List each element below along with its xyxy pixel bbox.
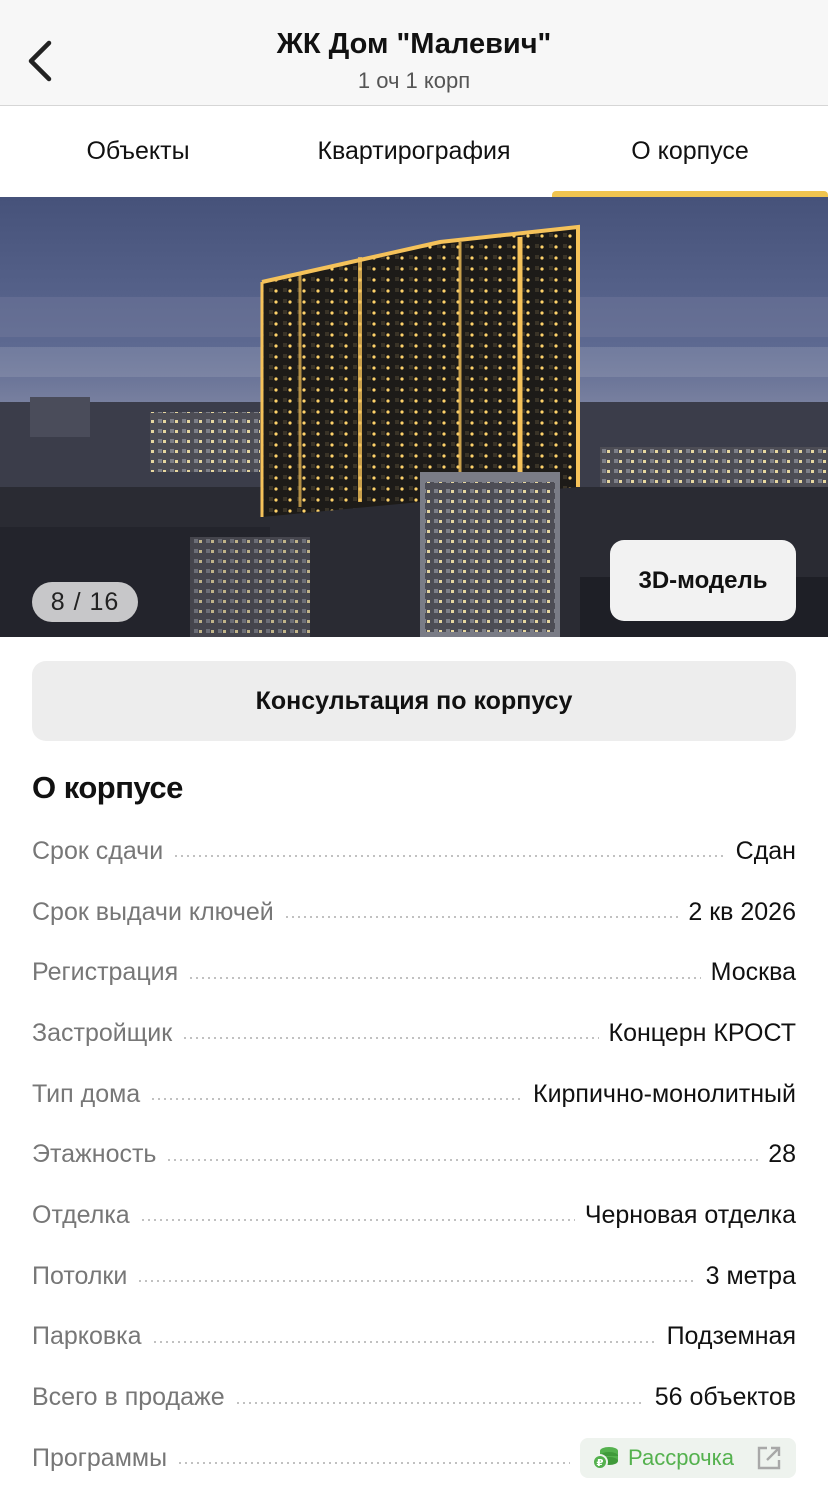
installment-program-chip[interactable]: ₽ Рассрочка	[580, 1438, 796, 1479]
spec-value: Концерн КРОСТ	[608, 1018, 797, 1047]
spec-label: Срок выдачи ключей	[32, 897, 274, 926]
specs-list: Срок сдачи Сдан Срок выдачи ключей 2 кв …	[32, 821, 796, 1489]
dotted-leader	[139, 1219, 575, 1222]
spec-row-ceilings: Потолки 3 метра	[32, 1246, 796, 1307]
spec-value: Подземная	[666, 1322, 796, 1351]
svg-text:₽: ₽	[597, 1458, 604, 1469]
dotted-leader	[166, 1158, 759, 1161]
spec-label: Потолки	[32, 1261, 128, 1290]
3d-model-button[interactable]: 3D-модель	[610, 540, 796, 621]
spec-row-keys: Срок выдачи ключей 2 кв 2026	[32, 882, 796, 943]
spec-label: Застройщик	[32, 1018, 173, 1047]
spec-row-floors: Этажность 28	[32, 1124, 796, 1185]
spec-label: Этажность	[32, 1140, 157, 1169]
spec-value: Черновая отделка	[584, 1200, 796, 1229]
spec-label: Регистрация	[32, 958, 179, 987]
tab-apartments[interactable]: Квартирография	[276, 107, 552, 197]
spec-label: Всего в продаже	[32, 1383, 225, 1412]
page-title: ЖК Дом "Малевич"	[276, 28, 552, 60]
coins-icon: ₽	[592, 1447, 619, 1471]
dotted-leader	[283, 916, 679, 919]
spec-row-delivery: Срок сдачи Сдан	[32, 821, 796, 882]
spec-label: Парковка	[32, 1322, 142, 1351]
tab-about-building[interactable]: О корпусе	[552, 107, 828, 197]
spec-row-parking: Парковка Подземная	[32, 1307, 796, 1368]
tab-objects[interactable]: Объекты	[0, 107, 276, 197]
tab-bar: Объекты Квартирография О корпусе	[0, 107, 828, 197]
spec-value: 2 кв 2026	[688, 897, 796, 926]
spec-row-developer: Застройщик Концерн КРОСТ	[32, 1003, 796, 1064]
spec-value: Кирпично-монолитный	[533, 1079, 796, 1108]
top-bar: ЖК Дом "Малевич" 1 оч 1 корп	[0, 0, 828, 106]
photo-counter: 8 / 16	[32, 582, 138, 622]
spec-row-programs: Программы ₽ Рассрочка	[32, 1428, 796, 1489]
spec-row-on-sale: Всего в продаже 56 объектов	[32, 1367, 796, 1428]
spec-row-house-type: Тип дома Кирпично-монолитный	[32, 1064, 796, 1125]
spec-value: Москва	[710, 958, 796, 987]
external-link-icon	[757, 1447, 781, 1470]
spec-row-finishing: Отделка Черновая отделка	[32, 1185, 796, 1246]
spec-value: 28	[768, 1140, 796, 1169]
spec-value: 56 объектов	[654, 1383, 796, 1412]
dotted-leader	[150, 1098, 523, 1101]
consultation-button[interactable]: Консультация по корпусу	[32, 661, 796, 741]
dotted-leader	[151, 1340, 657, 1343]
program-label: Рассрочка	[628, 1445, 734, 1471]
dotted-leader	[177, 1462, 571, 1465]
spec-value: Сдан	[735, 836, 796, 865]
spec-value: 3 метра	[705, 1261, 796, 1290]
spec-label: Программы	[32, 1443, 168, 1472]
dotted-leader	[173, 855, 726, 858]
spec-label: Срок сдачи	[32, 836, 164, 865]
page-subtitle: 1 оч 1 корп	[357, 68, 471, 93]
dotted-leader	[182, 1037, 599, 1040]
spec-row-registration: Регистрация Москва	[32, 942, 796, 1003]
section-title: О корпусе	[32, 770, 183, 805]
dotted-leader	[188, 976, 701, 979]
spec-label: Тип дома	[32, 1079, 141, 1108]
dotted-leader	[234, 1401, 645, 1404]
dotted-leader	[137, 1280, 696, 1283]
spec-label: Отделка	[32, 1200, 130, 1229]
